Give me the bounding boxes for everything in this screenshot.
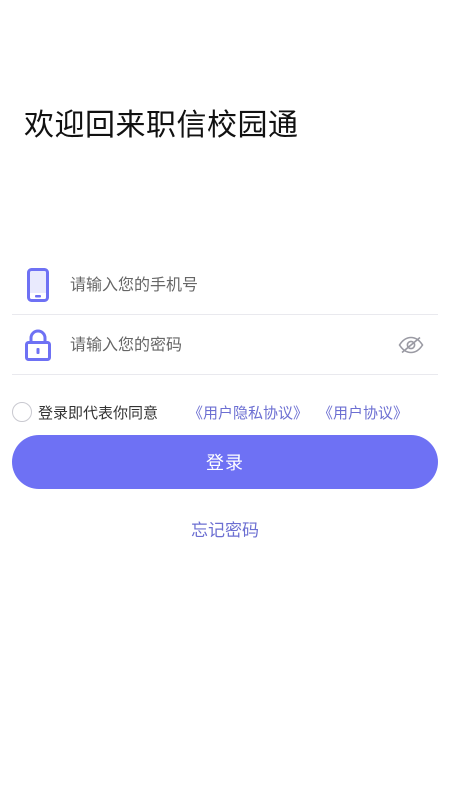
password-field-row xyxy=(12,315,438,375)
phone-icon xyxy=(20,267,56,302)
phone-input[interactable] xyxy=(68,263,438,306)
agreement-text: 登录即代表你同意 xyxy=(38,403,159,422)
eye-hidden-icon[interactable] xyxy=(394,336,428,354)
lock-icon xyxy=(20,329,56,361)
agreement-checkbox[interactable] xyxy=(12,402,32,422)
user-agreement-link[interactable]: 《用户协议》 xyxy=(318,402,408,423)
password-input[interactable] xyxy=(68,323,394,366)
page-title: 欢迎回来职信校园通 xyxy=(24,108,299,143)
phone-field-row xyxy=(12,255,438,315)
forgot-password-link[interactable]: 忘记密码 xyxy=(0,516,450,541)
agreement-row: 登录即代表你同意 《用户隐私协议》 《用户协议》 xyxy=(12,400,408,424)
login-button[interactable]: 登录 xyxy=(12,435,438,489)
privacy-policy-link[interactable]: 《用户隐私协议》 xyxy=(188,402,308,423)
